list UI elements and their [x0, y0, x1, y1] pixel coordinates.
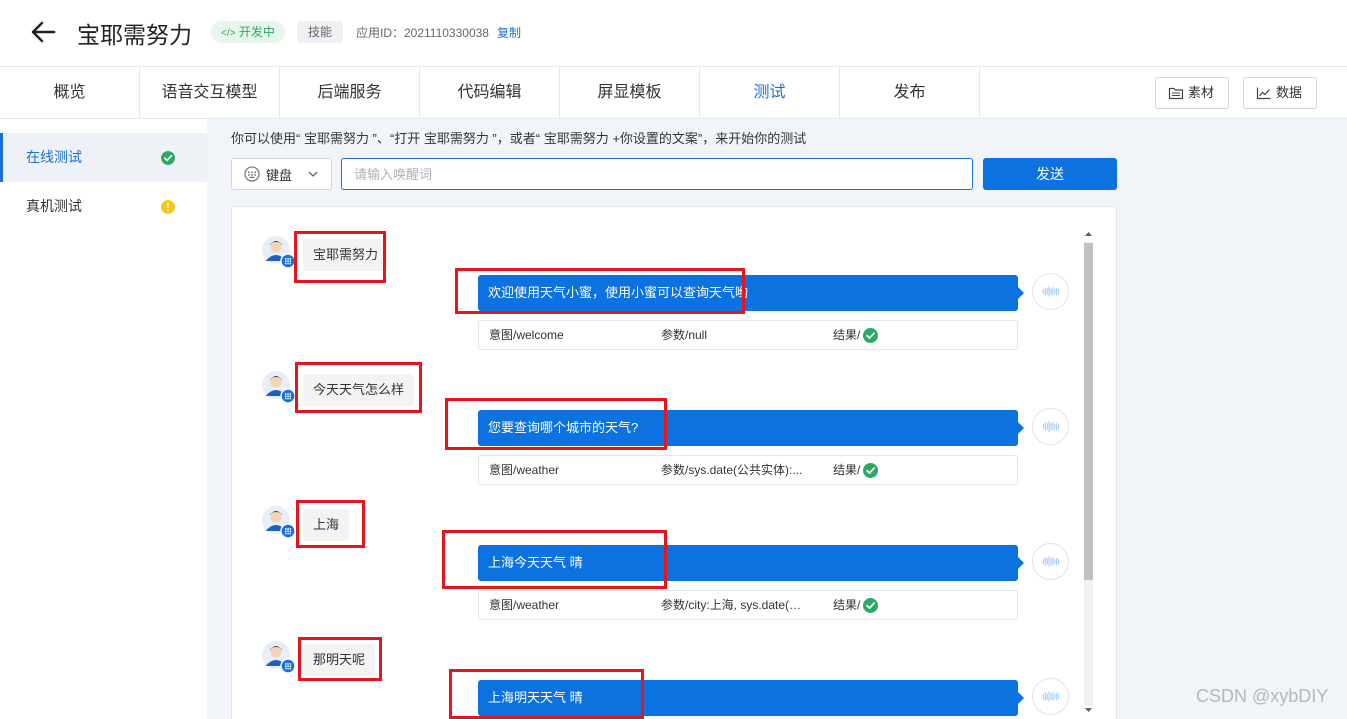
- type-badge: 技能: [297, 21, 344, 43]
- status-badge: </> 开发中: [211, 21, 285, 43]
- check-circle-icon: [161, 151, 175, 165]
- user-message: 那明天呢: [303, 644, 376, 676]
- folder-icon: [1168, 87, 1184, 100]
- bot-bubble-tail: [1018, 557, 1024, 569]
- result-label: 结果/: [833, 598, 861, 612]
- watermark: CSDN @xybDIY: [1196, 686, 1329, 706]
- tab-screen-template[interactable]: 屏显模板: [560, 67, 700, 119]
- bot-message: 您要查询哪个城市的天气?: [478, 410, 1018, 446]
- sidebar-item-label: 在线测试: [26, 149, 82, 165]
- result-value: 结果/: [833, 456, 879, 484]
- sidebar-item-label: 真机测试: [26, 198, 82, 214]
- check-circle-icon: [863, 327, 879, 343]
- tab-overview[interactable]: 概览: [0, 67, 140, 119]
- tab-test[interactable]: 测试: [700, 67, 840, 119]
- test-hint: 你可以使用“ 宝耶需努力 ”、“打开 宝耶需努力 ”，或者“ 宝耶需努力 +你设…: [231, 131, 807, 146]
- bot-bubble-tail: [1018, 422, 1024, 434]
- main-tabs: 概览 语音交互模型 后端服务 代码编辑 屏显模板 测试 发布 素材 数据: [0, 66, 1347, 119]
- voice-wave-icon: [1032, 543, 1069, 580]
- user-avatar-icon: [262, 236, 296, 269]
- sidebar-item-device-test[interactable]: 真机测试: [0, 182, 207, 231]
- intent-result-row: 意图/welcome 参数/null 结果/: [478, 320, 1018, 350]
- scroll-up-arrow-icon[interactable]: [1084, 230, 1093, 238]
- tab-voice-model[interactable]: 语音交互模型: [140, 67, 280, 119]
- bot-message: 欢迎使用天气小蜜，使用小蜜可以查询天气哟: [478, 275, 1018, 311]
- bot-bubble-tail: [1018, 692, 1024, 704]
- intent-result-row: 意图/weather 参数/sys.date(公共实体):... 结果/: [478, 455, 1018, 485]
- warning-circle-icon: [161, 200, 175, 214]
- params-value: 参数/sys.date(公共实体):...: [661, 463, 803, 477]
- keyboard-icon: [244, 166, 260, 182]
- line-chart-icon: [1256, 87, 1271, 100]
- scroll-down-arrow-icon[interactable]: [1084, 706, 1093, 714]
- test-sidebar: 在线测试 真机测试: [0, 119, 207, 719]
- result-label: 结果/: [833, 463, 861, 477]
- voice-wave-icon: [1032, 273, 1069, 310]
- check-circle-icon: [863, 597, 879, 613]
- user-message: 宝耶需努力: [303, 239, 389, 271]
- app-header: 宝耶需努力 </> 开发中 技能 应用ID：2021110330038 复制: [0, 0, 1347, 66]
- voice-wave-icon: [1032, 408, 1069, 445]
- result-value: 结果/: [833, 321, 879, 349]
- user-message: 上海: [303, 509, 350, 541]
- voice-wave-icon: [1032, 678, 1069, 715]
- input-mode-select[interactable]: 键盘: [231, 158, 332, 190]
- chat-scrollbar[interactable]: [1082, 228, 1095, 719]
- params-value: 参数/null: [661, 328, 708, 342]
- user-avatar-icon: [262, 641, 296, 674]
- back-arrow-icon[interactable]: [30, 20, 56, 44]
- scroll-thumb[interactable]: [1084, 243, 1093, 580]
- user-message: 今天天气怎么样: [303, 374, 415, 406]
- data-label: 数据: [1276, 85, 1303, 100]
- data-button[interactable]: 数据: [1243, 77, 1318, 109]
- intent-value: 意图/welcome: [489, 328, 564, 342]
- bot-message: 上海明天天气 晴: [478, 680, 1018, 716]
- result-value: 结果/: [833, 591, 879, 619]
- user-avatar-icon: [262, 506, 296, 539]
- send-button[interactable]: 发送: [983, 158, 1117, 190]
- intent-result-row: 意图/weather 参数/city:上海, sys.date(公... 结果/: [478, 590, 1018, 620]
- user-avatar-icon: [262, 371, 296, 404]
- wake-word-input[interactable]: [341, 158, 973, 190]
- copy-id-link[interactable]: 复制: [497, 24, 521, 41]
- status-badge-label: 开发中: [238, 25, 275, 39]
- result-label: 结果/: [833, 328, 861, 342]
- bot-message: 上海今天天气 晴: [478, 545, 1018, 581]
- chevron-down-icon: [308, 171, 318, 177]
- sidebar-item-online-test[interactable]: 在线测试: [0, 133, 207, 182]
- code-icon: </>: [221, 28, 236, 39]
- app-title: 宝耶需努力: [77, 22, 192, 48]
- materials-button[interactable]: 素材: [1155, 77, 1230, 109]
- tab-backend[interactable]: 后端服务: [280, 67, 420, 119]
- materials-label: 素材: [1188, 85, 1215, 100]
- params-value: 参数/city:上海, sys.date(公...: [661, 598, 811, 612]
- check-circle-icon: [863, 462, 879, 478]
- app-id: 应用ID：2021110330038: [356, 26, 489, 40]
- tab-code-editor[interactable]: 代码编辑: [420, 67, 560, 119]
- intent-value: 意图/weather: [489, 463, 560, 477]
- intent-value: 意图/weather: [489, 598, 560, 612]
- tab-publish[interactable]: 发布: [840, 67, 980, 119]
- input-mode-label: 键盘: [266, 167, 293, 183]
- bot-bubble-tail: [1018, 287, 1024, 299]
